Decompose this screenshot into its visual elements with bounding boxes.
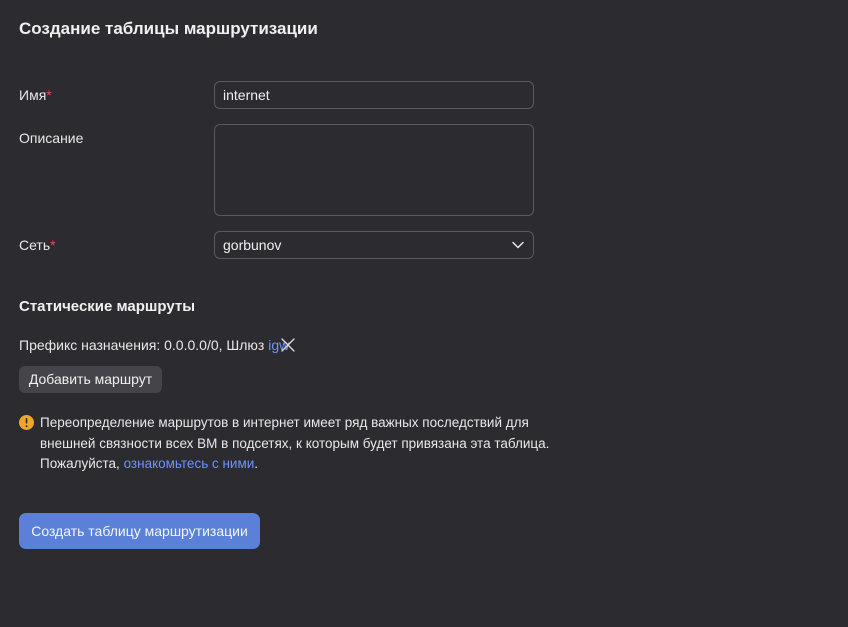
warning-link[interactable]: ознакомьтесь с ними [124, 456, 255, 471]
warning-message: Переопределение маршрутов в интернет име… [40, 413, 550, 475]
name-input-value: internet [223, 87, 270, 103]
create-route-table-button[interactable]: Создать таблицу маршрутизации [19, 513, 260, 549]
network-label: Сеть* [19, 237, 56, 253]
add-route-button[interactable]: Добавить маршрут [19, 366, 162, 393]
name-label-text: Имя [19, 87, 47, 103]
warning-text-end: . [254, 456, 259, 471]
chevron-down-icon [512, 241, 524, 249]
description-label: Описание [19, 130, 84, 146]
warning-text: Переопределение маршрутов в интернет име… [40, 415, 550, 471]
route-item: Префикс назначения: 0.0.0.0/0, Шлюз igw [19, 337, 289, 353]
required-mark: * [50, 237, 56, 253]
required-mark: * [46, 87, 52, 103]
network-label-text: Сеть [19, 237, 51, 253]
description-textarea[interactable] [214, 124, 534, 216]
route-prefix-text: Префикс назначения: 0.0.0.0/0, Шлюз [19, 337, 269, 353]
name-label: Имя* [19, 87, 52, 103]
name-input[interactable]: internet [214, 81, 534, 109]
network-select[interactable]: gorbunov [214, 231, 534, 259]
close-icon[interactable] [280, 337, 296, 353]
page-title: Создание таблицы маршрутизации [19, 19, 318, 38]
static-routes-title: Статические маршруты [19, 298, 196, 315]
network-select-value: gorbunov [223, 237, 282, 253]
warning-icon [19, 415, 34, 430]
